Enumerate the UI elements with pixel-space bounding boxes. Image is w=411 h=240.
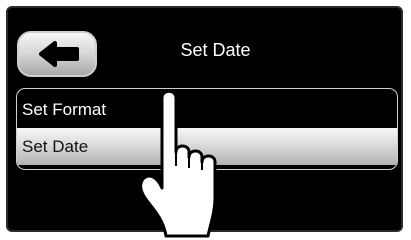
touch-screen: Set Date Set Format Set Date — [6, 6, 403, 232]
device-frame: Set Date Set Format Set Date — [0, 0, 411, 240]
back-button[interactable] — [17, 31, 97, 77]
page-title: Set Date — [180, 40, 251, 60]
back-arrow-icon — [39, 41, 79, 67]
menu-item-set-format[interactable]: Set Format — [17, 91, 397, 128]
menu-item-set-date[interactable]: Set Date — [17, 128, 397, 165]
menu-list: Set Format Set Date — [16, 88, 398, 170]
header: Set Date — [8, 8, 401, 84]
